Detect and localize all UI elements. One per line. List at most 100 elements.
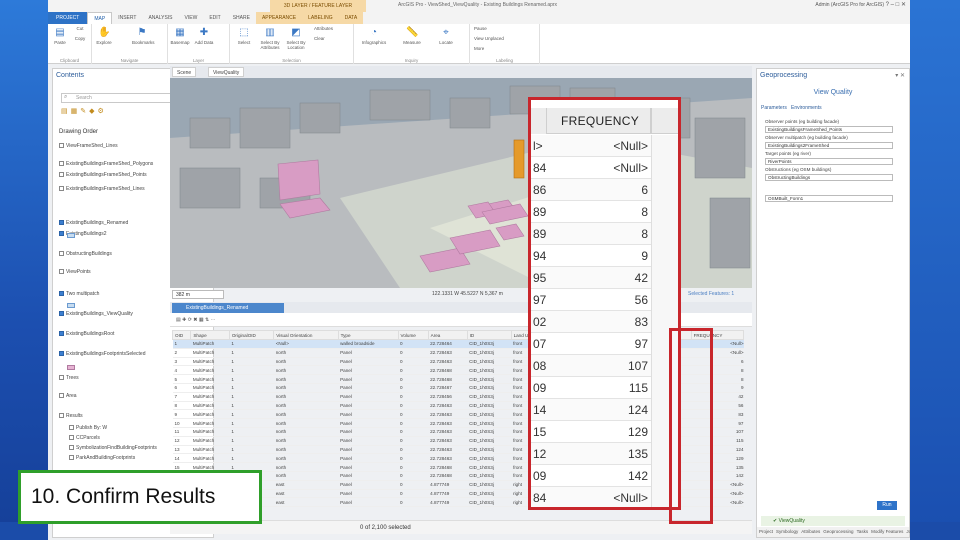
layer-visibility-checkbox[interactable] [59,269,64,275]
tab-scene[interactable]: Scene [172,67,197,77]
layer-item[interactable]: ObstructingBuildings [59,251,112,257]
layer-visibility-checkbox[interactable] [59,161,64,167]
pane-tab[interactable]: Tasks [857,529,869,534]
tab-appearance[interactable]: APPEARANCE [255,12,303,24]
tab-parameters[interactable]: Parameters [761,105,787,111]
layer-visibility-checkbox[interactable] [59,220,64,226]
select-attributes-icon: ▥ [265,27,275,38]
pane-tab[interactable]: Modify Features [871,529,903,534]
parameter-input[interactable]: ObstructingBuildings [765,174,893,181]
layer-visibility-checkbox[interactable] [59,413,64,419]
bookmarks-button[interactable]: ⚑ Bookmarks [132,27,155,45]
layer-visibility-checkbox[interactable] [59,251,64,257]
geo-pane-controls[interactable]: ▾ ✕ [895,72,905,79]
layer-item[interactable]: Area [59,393,77,399]
layer-item[interactable]: SymbolizationFindBuildingFootprints [69,445,157,451]
tab-environments[interactable]: Environments [791,105,822,111]
column-header[interactable]: OID [171,330,192,340]
parameter-input[interactable]: ExistingBuildings2FrameShed [765,142,893,149]
signed-in-user[interactable]: Admin (ArcGIS Pro for ArcGIS) [815,2,884,8]
window-controls[interactable]: ? – □ ✕ [886,1,906,8]
tab-insert[interactable]: INSERT [112,12,142,24]
tab-project[interactable]: PROJECT [48,12,88,24]
layer-item[interactable]: ExistingBuildingsFrameShed_Points [59,172,147,178]
column-header[interactable]: Shape [190,330,230,340]
layer-item[interactable]: ExistingBuildingsFootprintsSelected [59,351,146,357]
view-unplaced-button[interactable]: View Unplaced [474,36,534,41]
tab-analysis[interactable]: ANALYSIS [142,12,178,24]
column-header[interactable]: OriginalOID [228,330,275,340]
layer-visibility-checkbox[interactable] [69,425,74,431]
pause-button[interactable]: Pause [474,26,534,31]
explore-button[interactable]: ✋ Explore [94,27,114,45]
pane-tab[interactable]: Attributes [801,529,820,534]
pane-tab[interactable]: Geoprocessing [823,529,853,534]
select-by-attributes-button[interactable]: ▥ Select By Attributes [258,27,282,50]
parameter-input[interactable]: ExistingBuildingsFrameShed_Points [765,126,893,133]
layer-visibility-checkbox[interactable] [59,291,64,297]
layer-item[interactable]: CCParcels [69,435,100,441]
layer-visibility-checkbox[interactable] [59,393,64,399]
contents-toolbar-icons[interactable]: ▤▦✎◆⚙ [61,107,107,115]
tab-attribute-table[interactable]: ExistingBuildings_Renamed [172,303,284,313]
attributes-button[interactable]: Attributes [314,26,348,31]
layer-item[interactable]: Results [59,413,83,419]
column-header[interactable]: Visual Orientation [273,330,339,340]
infographics-button[interactable]: ◔ Infographics [358,27,390,45]
layer-item[interactable]: ViewFrameShed_Lines [59,143,118,149]
layer-visibility-checkbox[interactable] [59,186,64,192]
column-header[interactable]: Area [427,330,468,340]
locate-button[interactable]: ⌖ Locate [432,27,460,45]
layer-item[interactable]: ExistingBuildingsFrameShed_Lines [59,186,145,192]
layer-visibility-checkbox[interactable] [69,435,74,441]
tab-data[interactable]: DATA [338,12,364,24]
run-button[interactable]: Run [877,501,897,510]
tab-viewquality[interactable]: ViewQuality [208,67,245,77]
pane-tab[interactable]: Symbology [776,529,798,534]
scale-input[interactable]: 382 m [172,290,224,299]
layer-item[interactable]: ParkAndBuildingFootprints [69,455,135,461]
layer-item[interactable]: Two multipatch [59,291,99,297]
layer-visibility-checkbox[interactable] [59,143,64,149]
layer-visibility-checkbox[interactable] [59,311,64,317]
select-by-location-button[interactable]: ◩ Select By Location [284,27,308,50]
cut-button[interactable]: Cut [70,26,90,31]
layer-item[interactable]: ExistingBuildings_ViewQuality [59,311,133,317]
select-button[interactable]: ⬚ Select [234,27,254,45]
paste-button[interactable]: ▤ Paste [50,27,70,45]
tab-edit[interactable]: EDIT [203,12,226,24]
column-header[interactable]: ID [466,330,512,340]
column-header[interactable]: Type [337,330,399,340]
completed-tool-name: ViewQuality [778,518,805,524]
tab-view[interactable]: VIEW [179,12,204,24]
layer-visibility-checkbox[interactable] [59,351,64,357]
layer-item[interactable]: ViewPoints [59,269,91,275]
pane-tab[interactable]: Join Sym [906,529,910,534]
layer-item[interactable]: ExistingBuildingsFrameShed_Polygons [59,161,153,167]
clear-button[interactable]: Clear [314,36,348,41]
parameter-input[interactable]: RiverPoints [765,158,893,165]
tab-map[interactable]: MAP [87,12,113,24]
layer-visibility-checkbox[interactable] [59,375,64,381]
layer-item[interactable]: ExistingBuildingsRoot [59,331,114,337]
pane-tab[interactable]: Project [759,529,773,534]
layer-visibility-checkbox[interactable] [59,231,64,237]
column-header[interactable]: Volume [397,330,429,340]
layer-visibility-checkbox[interactable] [59,331,64,337]
layer-item[interactable]: Publish By: W [69,425,107,431]
copy-button[interactable]: Copy [70,36,90,41]
layer-item[interactable]: Trees [59,375,79,381]
layer-visibility-checkbox[interactable] [69,445,74,451]
table-cell: north [273,409,339,420]
tab-share[interactable]: SHARE [227,12,256,24]
layer-visibility-checkbox[interactable] [59,172,64,178]
layer-item[interactable]: ExistingBuildings_Renamed [59,220,128,226]
parameter-input[interactable]: OSMBuilt_Form1 [765,195,893,202]
tab-labeling[interactable]: LABELING [302,12,339,24]
table-cell: 22.728456 [428,392,468,402]
measure-button[interactable]: 📏 Measure [398,27,426,45]
add-data-button[interactable]: ✚ Add Data [194,27,214,45]
layer-visibility-checkbox[interactable] [69,455,74,461]
basemap-button[interactable]: ▦ Basemap [170,27,190,45]
more-button[interactable]: More [474,46,534,51]
